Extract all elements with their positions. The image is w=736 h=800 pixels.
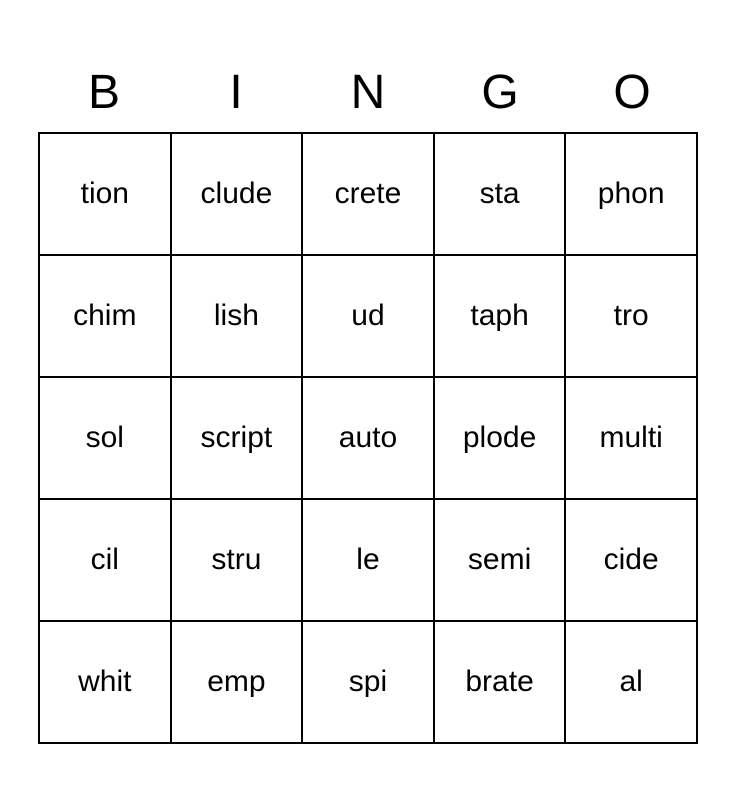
cell-4-3[interactable]: brate [435,622,567,742]
bingo-header: B I N G O [38,57,698,128]
bingo-row: chim lish ud taph tro [40,256,696,378]
cell-0-4[interactable]: phon [566,134,696,254]
cell-1-3[interactable]: taph [435,256,567,376]
cell-4-1[interactable]: emp [172,622,304,742]
cell-3-4[interactable]: cide [566,500,696,620]
bingo-row: sol script auto plode multi [40,378,696,500]
cell-2-0[interactable]: sol [40,378,172,498]
cell-0-3[interactable]: sta [435,134,567,254]
header-g: G [434,57,566,128]
cell-4-2[interactable]: spi [303,622,435,742]
cell-4-4[interactable]: al [566,622,696,742]
cell-2-1[interactable]: script [172,378,304,498]
cell-1-1[interactable]: lish [172,256,304,376]
cell-3-2[interactable]: le [303,500,435,620]
header-b: B [38,57,170,128]
bingo-grid: tion clude crete sta phon chim lish ud t… [38,132,698,744]
bingo-card: B I N G O tion clude crete sta phon chim… [18,37,718,764]
bingo-row: tion clude crete sta phon [40,134,696,256]
cell-1-4[interactable]: tro [566,256,696,376]
cell-2-3[interactable]: plode [435,378,567,498]
cell-1-2[interactable]: ud [303,256,435,376]
cell-3-3[interactable]: semi [435,500,567,620]
cell-3-1[interactable]: stru [172,500,304,620]
header-o: O [566,57,698,128]
cell-0-1[interactable]: clude [172,134,304,254]
cell-2-4[interactable]: multi [566,378,696,498]
cell-4-0[interactable]: whit [40,622,172,742]
header-i: I [170,57,302,128]
cell-0-2[interactable]: crete [303,134,435,254]
cell-0-0[interactable]: tion [40,134,172,254]
cell-3-0[interactable]: cil [40,500,172,620]
cell-2-2[interactable]: auto [303,378,435,498]
cell-1-0[interactable]: chim [40,256,172,376]
bingo-row: cil stru le semi cide [40,500,696,622]
bingo-row: whit emp spi brate al [40,622,696,742]
header-n: N [302,57,434,128]
